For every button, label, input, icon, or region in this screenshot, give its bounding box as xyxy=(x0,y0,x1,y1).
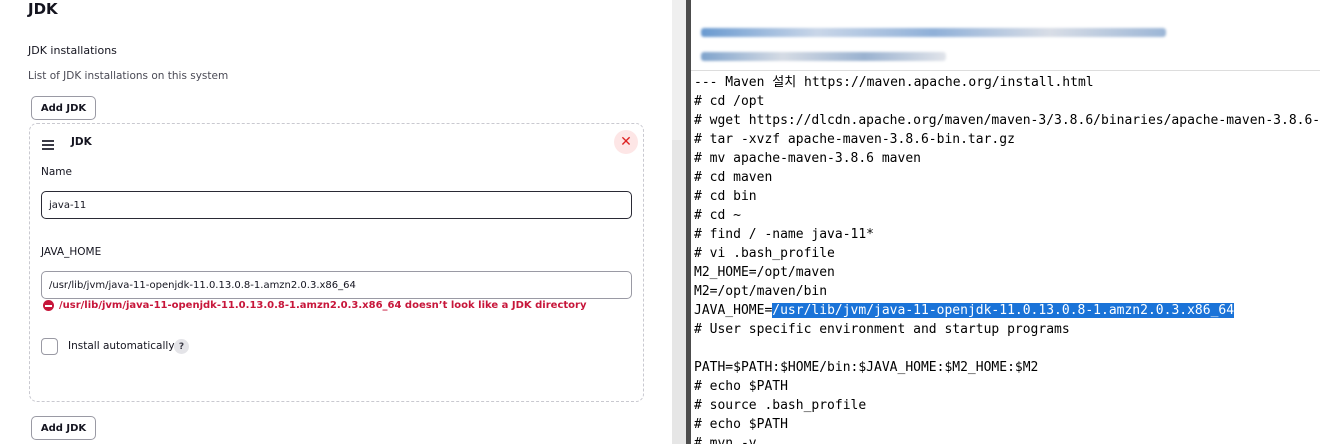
card-title: JDK xyxy=(71,136,92,148)
code-content[interactable]: --- Maven 설치 https://maven.apache.org/in… xyxy=(694,73,1320,444)
code-line: # cd /opt xyxy=(694,94,765,109)
code-line: --- Maven 설치 https://maven.apache.org/in… xyxy=(694,75,1094,90)
jdk-installations-description: List of JDK installations on this system xyxy=(28,70,229,82)
code-line: M2=/opt/maven/bin xyxy=(694,284,828,299)
code-line: # cd maven xyxy=(694,170,773,185)
java-home-input[interactable]: /usr/lib/jvm/java-11-openjdk-11.0.13.0.8… xyxy=(41,271,632,299)
name-label: Name xyxy=(41,166,72,178)
code-line: # echo $PATH xyxy=(694,417,788,432)
code-line: PATH=$PATH:$HOME/bin:$JAVA_HOME:$M2_HOME… xyxy=(694,360,1039,375)
code-line: # wget https://dlcdn.apache.org/maven/ma… xyxy=(694,113,1320,128)
add-jdk-button-bottom[interactable]: Add JDK xyxy=(31,416,96,440)
error-message: /usr/lib/jvm/java-11-openjdk-11.0.13.0.8… xyxy=(59,300,587,311)
section-title: JDK xyxy=(28,0,58,18)
java-home-error: /usr/lib/jvm/java-11-openjdk-11.0.13.0.8… xyxy=(43,300,586,311)
code-line: # User specific environment and startup … xyxy=(694,322,1070,337)
add-jdk-button-top[interactable]: Add JDK xyxy=(31,96,96,120)
drag-handle-icon[interactable] xyxy=(42,140,54,150)
help-icon[interactable]: ? xyxy=(174,339,189,354)
name-input[interactable]: java-11 xyxy=(41,191,632,219)
code-line: M2_HOME=/opt/maven xyxy=(694,265,835,280)
install-automatically-checkbox[interactable] xyxy=(41,338,58,355)
scrollbar-thumb[interactable] xyxy=(672,0,686,140)
close-icon[interactable]: ✕ xyxy=(614,130,638,154)
error-icon xyxy=(43,300,54,311)
jdk-installation-card: JDK ✕ Name java-11 JAVA_HOME /usr/lib/jv… xyxy=(29,123,644,402)
scrollbar[interactable] xyxy=(672,0,686,444)
code-line: # echo $PATH xyxy=(694,379,788,394)
code-line: # vi .bash_profile xyxy=(694,246,835,261)
code-line: # mv apache-maven-3.8.6 maven xyxy=(694,151,921,166)
jenkins-config-panel: JDK JDK installations List of JDK instal… xyxy=(0,0,672,444)
text-editor[interactable]: --- Maven 설치 https://maven.apache.org/in… xyxy=(691,0,1320,444)
jdk-installations-label: JDK installations xyxy=(28,44,117,57)
code-line: # cd bin xyxy=(694,189,757,204)
code-line: # find / -name java-11* xyxy=(694,227,875,242)
selected-text[interactable]: /usr/lib/jvm/java-11-openjdk-11.0.13.0.8… xyxy=(772,303,1235,318)
code-line: # source .bash_profile xyxy=(694,398,867,413)
code-line: # mvn -v xyxy=(694,436,757,444)
blurred-header xyxy=(691,18,1320,71)
code-line: # tar -xvzf apache-maven-3.8.6-bin.tar.g… xyxy=(694,132,1015,147)
install-automatically-label: Install automatically xyxy=(68,340,175,352)
java-home-label: JAVA_HOME xyxy=(41,246,102,258)
code-line: JAVA_HOME= xyxy=(694,303,773,318)
code-line: # cd ~ xyxy=(694,208,741,223)
